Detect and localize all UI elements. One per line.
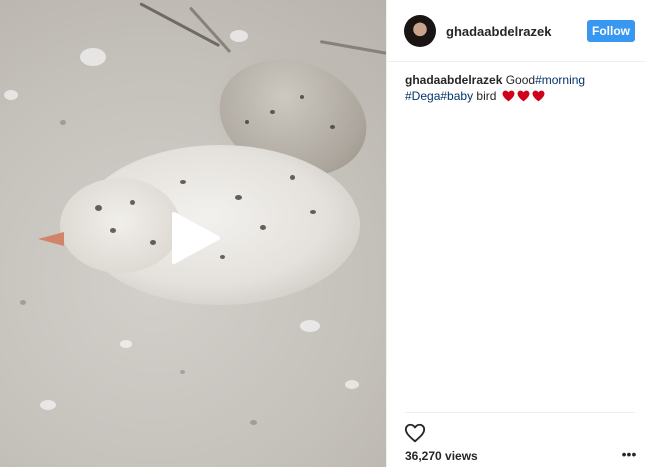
caption-username[interactable]: ghadaabdelrazek <box>405 73 502 87</box>
like-button[interactable] <box>404 422 426 444</box>
sand-speck <box>4 90 18 100</box>
heart-emojis <box>500 90 545 106</box>
hashtag-link[interactable]: #Dega <box>405 89 440 103</box>
red-heart-emoji-icon <box>532 90 545 102</box>
plumage-spot <box>95 205 102 211</box>
plumage-spot <box>110 228 116 233</box>
red-heart-emoji-icon <box>517 90 530 102</box>
hashtag-link[interactable]: #baby <box>440 89 473 103</box>
sand-speck <box>80 48 106 66</box>
plumage-spot <box>270 110 275 114</box>
plumage-spot <box>290 175 295 180</box>
caption-text: bird <box>473 89 500 103</box>
caption-text: Good <box>505 73 536 87</box>
sand-speck <box>345 380 359 389</box>
play-button[interactable] <box>166 208 226 268</box>
post-media-video[interactable] <box>0 0 386 467</box>
plumage-spot <box>310 210 316 214</box>
plumage-spot <box>260 225 266 230</box>
red-heart-emoji-icon <box>502 90 515 102</box>
sand-speck <box>180 370 185 374</box>
sand-speck <box>40 400 56 410</box>
sand-speck <box>120 340 132 348</box>
follow-button[interactable]: Follow <box>587 20 635 42</box>
sand-speck <box>20 300 26 305</box>
plumage-spot <box>300 95 304 99</box>
chick-beak <box>38 232 64 246</box>
view-count: 36,270 views <box>405 449 478 463</box>
plumage-spot <box>130 200 135 205</box>
post-username[interactable]: ghadaabdelrazek <box>446 24 552 39</box>
plumage-spot <box>180 180 186 184</box>
actions-divider <box>405 412 635 413</box>
plumage-spot <box>245 120 249 124</box>
play-icon <box>172 212 220 264</box>
post-side-panel: ghadaabdelrazek Follow ghadaabdelrazek G… <box>386 0 646 467</box>
heart-outline-icon <box>404 423 426 443</box>
more-options-button[interactable]: ••• <box>621 447 637 461</box>
twig <box>188 6 232 54</box>
sand-speck <box>60 120 66 125</box>
avatar[interactable] <box>404 15 436 47</box>
post-header: ghadaabdelrazek Follow <box>387 0 646 62</box>
plumage-spot <box>235 195 242 200</box>
sand-speck <box>300 320 320 332</box>
sand-speck <box>230 30 248 42</box>
twig <box>319 40 386 56</box>
plumage-spot <box>150 240 156 245</box>
plumage-spot <box>330 125 335 129</box>
chick-head <box>60 178 180 273</box>
hashtag-link[interactable]: #morning <box>535 73 585 87</box>
sand-speck <box>250 420 257 425</box>
post-caption: ghadaabdelrazek Good#morning #Dega#baby … <box>405 72 635 106</box>
